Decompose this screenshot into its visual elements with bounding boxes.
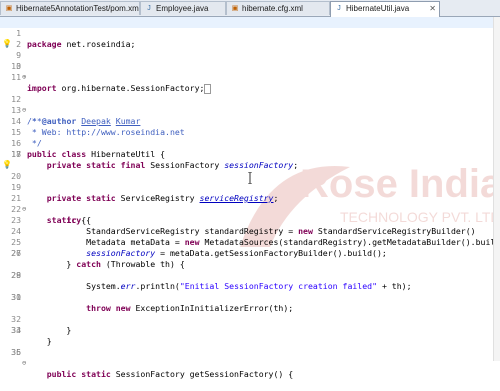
line-number: 29	[11, 270, 21, 280]
xml-file-icon: ▣	[5, 4, 13, 12]
tab-pom-xml[interactable]: ▣ Hibernate5AnnotationTest/pom.xml	[0, 1, 140, 15]
code-line: 18	[0, 149, 500, 160]
code-line: 36	[0, 347, 500, 358]
xml-file-icon: ▣	[231, 4, 239, 12]
line-number: 9	[16, 50, 21, 60]
code-line: 11	[0, 72, 500, 83]
code-line: 16 public class HibernateUtil {	[0, 127, 500, 159]
tab-employee-java[interactable]: J Employee.java	[140, 1, 226, 15]
line-number: 11	[11, 72, 21, 82]
code-line: 29	[0, 270, 500, 281]
code-line: 33 }	[0, 314, 500, 346]
code-line: 💡 3 ⊕ import org.hibernate.SessionFactor…	[0, 39, 500, 94]
line-number: 34	[11, 325, 21, 335]
code-line: 22 try {	[0, 193, 500, 225]
code-line: 2	[0, 28, 500, 49]
code-line: 24 Metadata metaData = new MetadataSourc…	[0, 215, 500, 247]
editor-tab-bar: ▣ Hibernate5AnnotationTest/pom.xml J Emplo…	[0, 0, 500, 17]
tab-label: Hibernate5AnnotationTest/pom.xml	[16, 4, 140, 13]
tab-label: hibernate.cfg.xml	[242, 4, 303, 13]
code-line: 15 */	[0, 116, 500, 148]
code-line: 9	[0, 50, 500, 61]
line-number: 27	[11, 248, 21, 258]
code-line: 10	[0, 61, 500, 72]
code-line: 27	[0, 248, 500, 259]
code-line: 14 * Web: http://www.roseindia.net	[0, 105, 500, 137]
code-line: 1 package net.roseindia;	[0, 17, 500, 49]
code-line: 13 * @author Deepak Kumar	[0, 94, 500, 126]
vertical-scrollbar[interactable]	[493, 17, 500, 361]
code-line: 30 throw new ExceptionInInitializerError…	[0, 281, 500, 313]
line-number: 18	[11, 149, 21, 159]
code-line: 12 ⊖ /**	[0, 83, 500, 126]
java-file-icon: J	[337, 4, 341, 12]
code-text: public static SessionFactory getSessionF…	[46, 369, 294, 379]
fold-toggle-icon[interactable]: ⊖	[22, 358, 28, 369]
tab-label: HibernateUtil.java	[346, 4, 410, 13]
code-line: 31	[0, 292, 500, 303]
warning-lightbulb-icon[interactable]: 💡	[2, 40, 12, 48]
code-line: 25 sessionFactory = metaData.getSessionF…	[0, 226, 500, 258]
code-line: 23 StandardServiceRegistry standardRegis…	[0, 204, 500, 236]
code-editor[interactable]: Rose India TECHNOLOGY PVT. LTD. 1 packag…	[0, 17, 500, 379]
warning-lightbulb-icon[interactable]: 💡	[2, 161, 12, 169]
close-icon[interactable]: ✕	[429, 2, 436, 16]
tab-hibernate-cfg-xml[interactable]: ▣ hibernate.cfg.xml	[226, 1, 330, 15]
code-line: 17 private static final SessionFactory s…	[0, 138, 500, 170]
code-line: 28 System.err.println("Enitial SessionFa…	[0, 259, 500, 291]
code-line: 32 }	[0, 303, 500, 335]
code-line: 34	[0, 325, 500, 336]
java-file-icon: J	[147, 4, 151, 12]
code-line: 26 } catch (Throwable th) {	[0, 237, 500, 269]
text-cursor-icon	[248, 172, 252, 184]
line-number: 31	[11, 292, 21, 302]
code-line: 💡 19 private static ServiceRegistry serv…	[0, 160, 500, 204]
code-line: 35 ⊖ public static SessionFactory getSes…	[0, 336, 500, 379]
tab-hibernateutil-java[interactable]: J HibernateUtil.java ✕	[330, 1, 440, 17]
tab-label: Employee.java	[156, 4, 209, 13]
line-number: 20	[11, 171, 21, 181]
line-number: 36	[11, 347, 21, 357]
line-number: 10	[11, 61, 21, 71]
